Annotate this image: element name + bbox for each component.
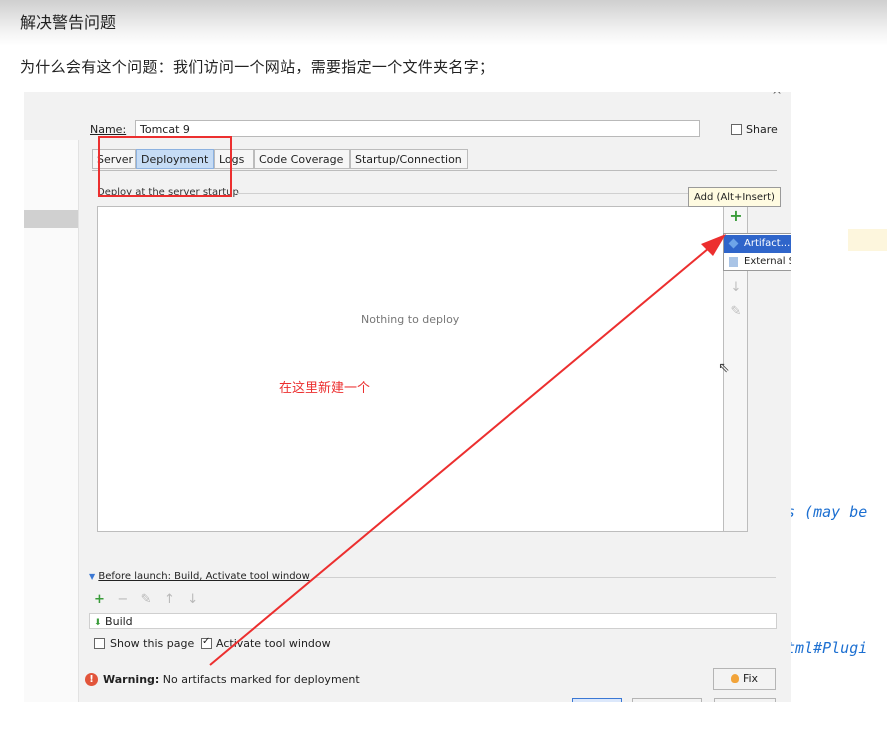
arrow-line <box>209 242 716 666</box>
annotation-arrow <box>209 234 726 666</box>
